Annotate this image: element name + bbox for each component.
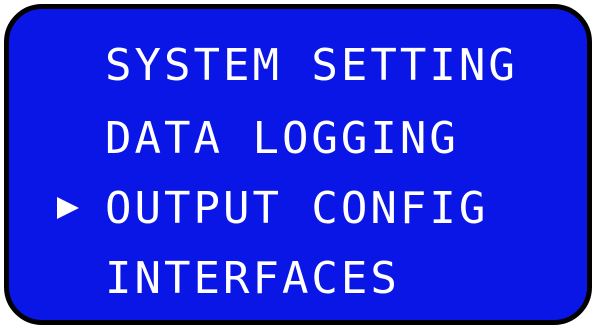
menu-item-label: INTERFACES: [105, 253, 400, 304]
selection-cursor-icon: [57, 197, 79, 219]
menu-item-interfaces[interactable]: INTERFACES: [9, 257, 587, 317]
menu-item-output-config[interactable]: OUTPUT CONFIG: [9, 187, 587, 247]
menu-item-label: SYSTEM SETTING: [105, 40, 518, 91]
lcd-screen: SYSTEM SETTING DATA LOGGING OUTPUT CONFI…: [4, 4, 592, 325]
menu-item-data-logging[interactable]: DATA LOGGING: [9, 117, 587, 177]
menu-item-label: OUTPUT CONFIG: [105, 183, 489, 234]
menu-item-label: DATA LOGGING: [105, 113, 459, 164]
menu-item-system-setting[interactable]: SYSTEM SETTING: [9, 44, 587, 104]
main-menu: SYSTEM SETTING DATA LOGGING OUTPUT CONFI…: [9, 9, 587, 320]
